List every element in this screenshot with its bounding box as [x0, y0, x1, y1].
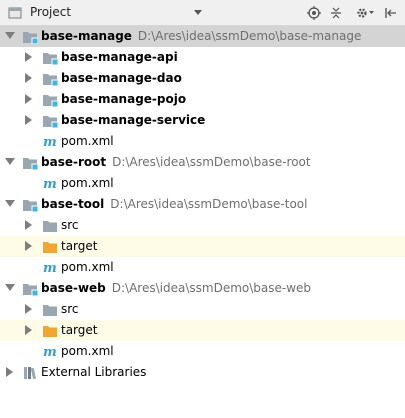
tree-node-pom-xml[interactable]: m pom.xml — [0, 131, 405, 152]
chevron-right-icon[interactable] — [24, 220, 34, 230]
maven-file-icon: m — [43, 345, 57, 359]
tree-node-label: base-manage-api — [61, 50, 178, 64]
module-folder-icon — [43, 116, 58, 128]
tree-node-src[interactable]: src — [0, 215, 405, 236]
module-folder-icon — [43, 53, 58, 65]
tree-node-target[interactable]: target — [0, 236, 405, 257]
folder-icon — [43, 221, 57, 232]
tree-node-label: base-manage-dao — [61, 71, 182, 85]
tree-node-label: src — [61, 218, 79, 232]
tree-node-label: base-manage D:\Ares\idea\ssmDemo\base-man… — [41, 29, 362, 43]
libraries-icon — [24, 367, 36, 380]
chevron-right-icon[interactable] — [24, 52, 34, 62]
chevron-right-icon[interactable] — [24, 304, 34, 314]
tree-node-base-manage-dao[interactable]: base-manage-dao — [0, 68, 405, 89]
scroll-from-source-icon[interactable] — [305, 3, 323, 23]
project-panel-header: Project — [0, 0, 405, 26]
module-folder-icon — [43, 74, 58, 86]
settings-icon[interactable] — [354, 3, 376, 23]
tree-node-base-root[interactable]: base-root D:\Ares\idea\ssmDemo\base-root — [0, 152, 405, 173]
chevron-down-icon[interactable] — [5, 157, 15, 167]
tree-node-external-libraries[interactable]: External Libraries — [0, 362, 405, 383]
tree-node-label: target — [61, 239, 98, 253]
tree-node-pom-xml[interactable]: m pom.xml — [0, 341, 405, 362]
maven-file-icon: m — [43, 135, 57, 149]
tree-node-label: base-root D:\Ares\idea\ssmDemo\base-root — [41, 155, 311, 169]
tree-node-base-manage[interactable]: base-manage D:\Ares\idea\ssmDemo\base-man… — [0, 26, 405, 47]
tree-node-label: External Libraries — [41, 365, 147, 379]
chevron-right-icon[interactable] — [5, 367, 15, 377]
svg-text:m: m — [43, 135, 57, 149]
tree-node-label: src — [61, 302, 79, 316]
tree-node-label: pom.xml — [61, 134, 114, 148]
tree-node-label: pom.xml — [61, 344, 114, 358]
tree-node-label: base-tool D:\Ares\idea\ssmDemo\base-tool — [41, 197, 308, 211]
tree-node-base-manage-pojo[interactable]: base-manage-pojo — [0, 89, 405, 110]
tree-node-base-manage-service[interactable]: base-manage-service — [0, 110, 405, 131]
module-folder-icon — [23, 32, 38, 44]
chevron-right-icon[interactable] — [24, 115, 34, 125]
tree-node-label: pom.xml — [61, 176, 114, 190]
chevron-right-icon[interactable] — [24, 325, 34, 335]
excluded-folder-icon — [43, 326, 57, 337]
svg-text:m: m — [43, 177, 57, 191]
tree-node-base-tool[interactable]: base-tool D:\Ares\idea\ssmDemo\base-tool — [0, 194, 405, 215]
tree-node-label: target — [61, 323, 98, 337]
chevron-right-icon[interactable] — [24, 241, 34, 251]
project-view-icon — [6, 3, 24, 23]
tree-node-target[interactable]: target — [0, 320, 405, 341]
svg-text:m: m — [43, 345, 57, 359]
chevron-down-icon[interactable] — [5, 31, 15, 41]
module-folder-icon — [23, 284, 38, 296]
maven-file-icon: m — [43, 261, 57, 275]
hide-icon[interactable] — [382, 3, 400, 23]
module-folder-icon — [23, 200, 38, 212]
tree-node-src[interactable]: src — [0, 299, 405, 320]
tree-node-label: base-manage-service — [61, 113, 206, 127]
svg-text:m: m — [43, 261, 57, 275]
tree-node-label: base-web D:\Ares\idea\ssmDemo\base-web — [41, 281, 312, 295]
tree-node-pom-xml[interactable]: m pom.xml — [0, 257, 405, 278]
chevron-down-icon[interactable] — [190, 3, 206, 23]
chevron-down-icon[interactable] — [5, 283, 15, 293]
tree-node-pom-xml[interactable]: m pom.xml — [0, 173, 405, 194]
module-folder-icon — [43, 95, 58, 107]
chevron-right-icon[interactable] — [24, 73, 34, 83]
chevron-right-icon[interactable] — [24, 94, 34, 104]
tree-node-base-manage-api[interactable]: base-manage-api — [0, 47, 405, 68]
module-folder-icon — [23, 158, 38, 170]
collapse-all-icon[interactable] — [327, 3, 345, 23]
chevron-down-icon[interactable] — [5, 199, 15, 209]
excluded-folder-icon — [43, 242, 57, 253]
tree-node-base-web[interactable]: base-web D:\Ares\idea\ssmDemo\base-web — [0, 278, 405, 299]
maven-file-icon: m — [43, 177, 57, 191]
tree-node-label: pom.xml — [61, 260, 114, 274]
tree-node-label: base-manage-pojo — [61, 92, 187, 106]
panel-title: Project — [30, 5, 72, 19]
folder-icon — [43, 305, 57, 316]
